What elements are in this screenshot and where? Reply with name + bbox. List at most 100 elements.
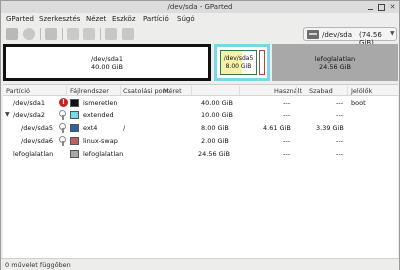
column-divider (296, 86, 297, 95)
column-header-used[interactable]: Használt (274, 87, 302, 95)
column-header-partition[interactable]: Partíció (6, 87, 30, 95)
partition-name: /dev/sda5 (21, 124, 53, 132)
table-row[interactable]: /dev/sda1 ! ismeretlen 40.00 GiB --- ---… (3, 97, 398, 109)
graph-partition-sda6[interactable] (259, 50, 265, 75)
new-partition-icon[interactable] (6, 28, 18, 40)
menu-device[interactable]: Eszköz (112, 15, 136, 23)
pending-operations-status: 0 művelet függőben (5, 261, 71, 269)
title-bar: /dev/sda - GParted ✕ (1, 1, 399, 13)
table-header: Partíció Fájlrendszer Csatolási pont Mér… (3, 85, 398, 96)
maximize-icon[interactable] (378, 4, 385, 11)
toolbar-separator (40, 28, 41, 40)
table-row[interactable]: ▼ /dev/sda2 extended 10.00 GiB --- --- (3, 109, 398, 121)
column-header-filesystem[interactable]: Fájlrendszer (70, 87, 109, 95)
graph-unallocated-label: lefoglalatlan 24.56 GiB (275, 55, 395, 71)
chevron-down-icon: ▼ (390, 30, 395, 37)
graph-partition-sda2[interactable]: /dev/sda5 8.00 GiB (214, 44, 270, 81)
copy-icon[interactable] (67, 28, 79, 40)
flags: boot (351, 99, 366, 107)
partition-table: Partíció Fájlrendszer Csatolási pont Mér… (3, 84, 398, 258)
column-divider (191, 86, 192, 95)
error-icon: ! (59, 98, 68, 107)
used: --- (283, 137, 291, 145)
column-divider (347, 86, 348, 95)
menu-help[interactable]: Súgó (177, 15, 195, 23)
minimize-icon[interactable] (367, 4, 374, 11)
free: --- (336, 137, 344, 145)
size: 2.00 GiB (201, 137, 229, 145)
filesystem: lefoglalatlan (83, 150, 124, 158)
free: --- (336, 150, 344, 158)
menu-view[interactable]: Nézet (86, 15, 106, 23)
status-bar: 0 művelet függőben (1, 258, 399, 270)
column-header-flags[interactable]: Jelölők (351, 87, 372, 95)
filesystem-color-swatch (70, 111, 79, 119)
partition-name: lefoglalatlan (13, 150, 54, 158)
key-icon (59, 136, 68, 146)
column-divider (120, 86, 121, 95)
used: --- (283, 99, 291, 107)
column-header-size[interactable]: Méret (163, 87, 182, 95)
free: --- (336, 111, 344, 119)
filesystem-color-swatch (70, 150, 79, 158)
filesystem-color-swatch (70, 99, 79, 107)
toolbar-separator (100, 28, 101, 40)
size: 8.00 GiB (201, 124, 229, 132)
disk-icon (307, 30, 319, 39)
paste-icon[interactable] (83, 28, 95, 40)
size: 40.00 GiB (201, 99, 233, 107)
menu-edit[interactable]: Szerkesztés (39, 15, 80, 23)
apply-icon[interactable] (122, 28, 134, 40)
graph-sda1-name: /dev/sda1 (91, 55, 123, 63)
mount-point: / (123, 124, 126, 132)
graph-sda5-name: /dev/sda5 (223, 55, 254, 62)
column-header-free[interactable]: Szabad (309, 87, 333, 95)
partition-name: /dev/sda6 (21, 137, 53, 145)
window-title: /dev/sda - GParted (167, 3, 233, 11)
graph-sda1-label: /dev/sda1 40.00 GiB (6, 55, 208, 71)
filesystem: linux-swap (83, 137, 118, 145)
partition-name: /dev/sda2 (13, 111, 45, 119)
menu-bar: GParted Szerkesztés Nézet Eszköz Partíci… (1, 13, 399, 25)
table-row[interactable]: lefoglalatlan lefoglalatlan 24.56 GiB --… (3, 148, 398, 160)
close-icon[interactable]: ✕ (389, 4, 396, 11)
filesystem: extended (83, 111, 114, 119)
collapse-arrow-icon[interactable]: ▼ (5, 111, 10, 118)
filesystem: ext4 (83, 124, 98, 132)
partition-graph: /dev/sda1 40.00 GiB /dev/sda5 8.00 GiB l… (3, 44, 398, 81)
graph-sda5-size: 8.00 GiB (225, 63, 252, 70)
delete-partition-icon[interactable] (23, 28, 35, 40)
menu-gparted[interactable]: GParted (6, 15, 34, 23)
graph-sda5-label: /dev/sda5 8.00 GiB (221, 55, 256, 71)
device-selector[interactable]: /dev/sda (74.56 GiB) ▼ (303, 27, 397, 47)
used: --- (283, 150, 291, 158)
partition-name: /dev/sda1 (13, 99, 45, 107)
undo-icon[interactable] (105, 28, 117, 40)
used: 4.61 GiB (263, 124, 291, 132)
graph-partition-sda5[interactable]: /dev/sda5 8.00 GiB (220, 50, 257, 75)
resize-move-icon[interactable] (45, 28, 57, 40)
free: 3.39 GiB (316, 124, 344, 132)
table-row[interactable]: /dev/sda6 linux-swap 2.00 GiB --- --- (3, 135, 398, 147)
size: 10.00 GiB (201, 111, 233, 119)
used: --- (283, 111, 291, 119)
column-divider (239, 86, 240, 95)
filesystem-color-swatch (70, 137, 79, 145)
graph-unallocated-size: 24.56 GiB (319, 63, 351, 71)
table-row[interactable]: /dev/sda5 ext4 / 8.00 GiB 4.61 GiB 3.39 … (3, 122, 398, 134)
toolbar-separator (62, 28, 63, 40)
graph-unallocated-name: lefoglalatlan (314, 55, 356, 63)
column-divider (66, 86, 67, 95)
filesystem: ismeretlen (83, 99, 118, 107)
graph-partition-sda1[interactable]: /dev/sda1 40.00 GiB (3, 44, 211, 81)
free: --- (336, 99, 344, 107)
graph-sda1-size: 40.00 GiB (91, 63, 123, 71)
device-name: /dev/sda (322, 31, 352, 39)
menu-partition[interactable]: Partíció (143, 15, 169, 23)
key-icon (59, 123, 68, 133)
gparted-window: /dev/sda - GParted ✕ GParted Szerkesztés… (0, 0, 400, 270)
key-icon (59, 110, 68, 120)
graph-unallocated[interactable]: lefoglalatlan 24.56 GiB (272, 44, 398, 81)
filesystem-color-swatch (70, 124, 79, 132)
size: 24.56 GiB (198, 150, 230, 158)
